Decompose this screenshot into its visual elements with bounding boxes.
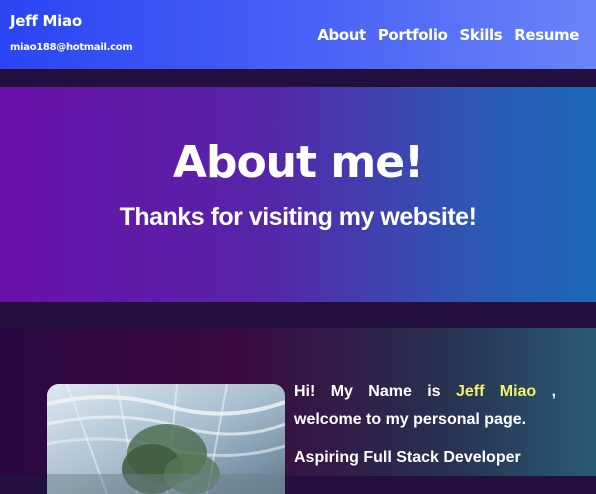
profile-photo: [47, 384, 285, 494]
about-section: Hi! My Name is Jeff Miao , welcome to my…: [0, 328, 596, 494]
greeting-prefix: Hi! My Name is: [294, 383, 456, 400]
brand-email[interactable]: miao188@hotmail.com: [10, 42, 133, 53]
navbar: Jeff Miao miao188@hotmail.com About Port…: [0, 0, 596, 69]
about-text: Hi! My Name is Jeff Miao , welcome to my…: [294, 378, 556, 482]
nav-link-resume[interactable]: Resume: [514, 26, 579, 44]
brand-name[interactable]: Jeff Miao: [10, 12, 82, 30]
about-role: Aspiring Full Stack Developer: [294, 449, 521, 466]
hero-subtitle: Thanks for visiting my website!: [119, 203, 477, 231]
profile-photo-image: [47, 384, 285, 494]
nav-link-portfolio[interactable]: Portfolio: [378, 26, 448, 44]
hero-banner: About me! Thanks for visiting my website…: [0, 87, 596, 302]
about-intro: Hi! My Name is Jeff Miao , welcome to my…: [294, 378, 556, 434]
nav-links: About Portfolio Skills Resume: [317, 26, 579, 44]
nav-link-about[interactable]: About: [317, 26, 366, 44]
nav-link-skills[interactable]: Skills: [460, 26, 503, 44]
hero-title: About me!: [172, 137, 424, 188]
name-highlight: Jeff Miao: [455, 383, 537, 400]
